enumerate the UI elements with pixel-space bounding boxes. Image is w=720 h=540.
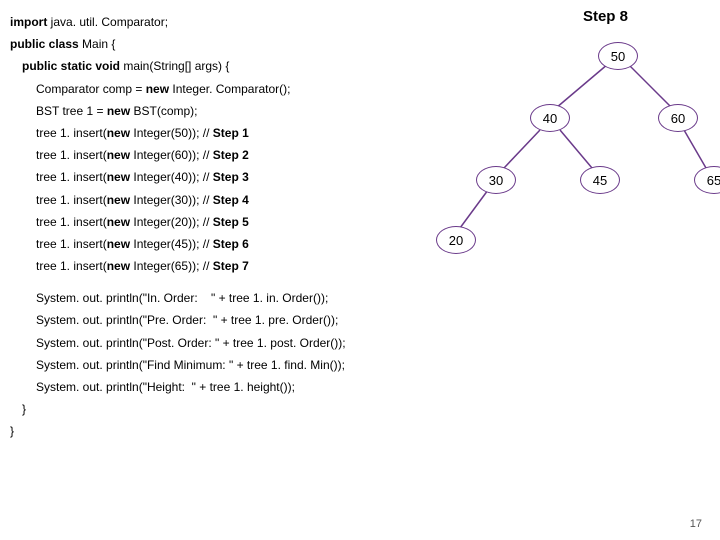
- code-text: Integer(60));: [130, 148, 203, 162]
- code-text: Integer. Comparator();: [169, 82, 290, 96]
- keyword: new: [146, 82, 169, 96]
- tree-node: 20: [436, 226, 476, 254]
- code-text: tree 1. insert(: [36, 193, 107, 207]
- keyword: public class: [10, 37, 79, 51]
- code-line: }: [10, 423, 710, 439]
- keyword: new: [107, 104, 130, 118]
- comment: // Step 6: [203, 237, 249, 251]
- step-label: Step: [583, 8, 616, 25]
- keyword: new: [107, 259, 130, 273]
- code-text: tree 1. insert(: [36, 215, 107, 229]
- code-text: Integer(50));: [130, 126, 203, 140]
- keyword: new: [107, 126, 130, 140]
- tree-node: 45: [580, 166, 620, 194]
- comment: // Step 3: [203, 170, 249, 184]
- comment: // Step 2: [203, 148, 249, 162]
- code-text: Integer(65));: [130, 259, 203, 273]
- tree-node: 50: [598, 42, 638, 70]
- bst-diagram: 50 40 60 30 45 65 20: [390, 30, 720, 300]
- code-text: Integer(40));: [130, 170, 203, 184]
- code-line: System. out. println("Pre. Order: " + tr…: [36, 312, 710, 328]
- code-text: Integer(45));: [130, 237, 203, 251]
- keyword: import: [10, 15, 47, 29]
- code-text: tree 1. insert(: [36, 259, 107, 273]
- code-text: BST tree 1 =: [36, 104, 107, 118]
- keyword: new: [107, 193, 130, 207]
- comment: // Step 1: [203, 126, 249, 140]
- comment: // Step 5: [203, 215, 249, 229]
- tree-node: 60: [658, 104, 698, 132]
- code-text: Integer(20));: [130, 215, 203, 229]
- code-text: Integer(30));: [130, 193, 203, 207]
- code-line: System. out. println("Post. Order: " + t…: [36, 335, 710, 351]
- code-text: Main {: [79, 37, 116, 51]
- keyword: new: [107, 237, 130, 251]
- comment: // Step 7: [203, 259, 249, 273]
- code-line: System. out. println("Find Minimum: " + …: [36, 357, 710, 373]
- code-text: java. util. Comparator;: [47, 15, 168, 29]
- tree-node: 40: [530, 104, 570, 132]
- step-header: Step 8: [583, 8, 628, 25]
- code-text: tree 1. insert(: [36, 170, 107, 184]
- keyword: public static void: [22, 59, 120, 73]
- tree-node: 30: [476, 166, 516, 194]
- code-text: Comparator comp =: [36, 82, 146, 96]
- step-number: 8: [620, 8, 628, 25]
- keyword: new: [107, 170, 130, 184]
- code-text: main(String[] args) {: [120, 59, 229, 73]
- code-line: System. out. println("Height: " + tree 1…: [36, 379, 710, 395]
- keyword: new: [107, 215, 130, 229]
- code-line: }: [22, 401, 710, 417]
- code-text: tree 1. insert(: [36, 237, 107, 251]
- keyword: new: [107, 148, 130, 162]
- comment: // Step 4: [203, 193, 249, 207]
- code-text: tree 1. insert(: [36, 126, 107, 140]
- tree-edges: [390, 30, 720, 300]
- page-number: 17: [690, 518, 702, 530]
- code-text: tree 1. insert(: [36, 148, 107, 162]
- code-text: BST(comp);: [130, 104, 197, 118]
